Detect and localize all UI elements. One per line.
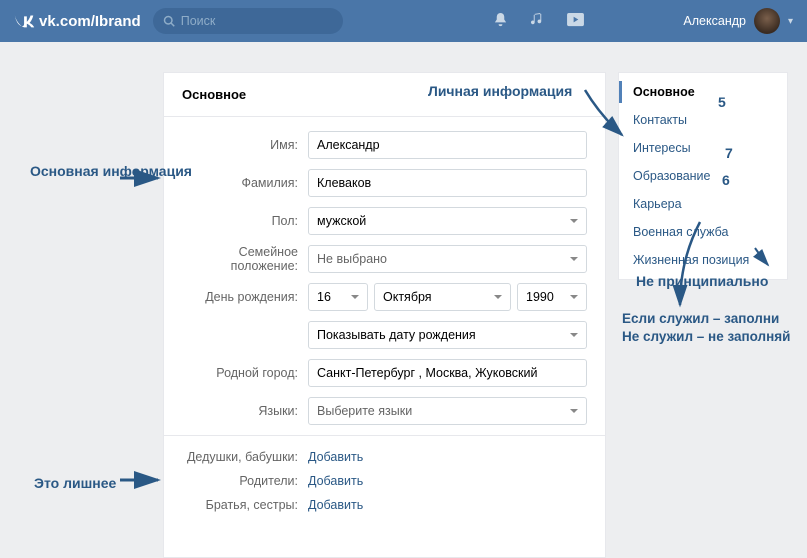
annotation-n5: 5: [718, 94, 726, 110]
row-languages: Языки: Выберите языки: [164, 397, 605, 425]
row-name: Имя:: [164, 131, 605, 159]
nav-contacts[interactable]: Контакты: [619, 106, 787, 134]
select-dob-day[interactable]: 16: [308, 283, 368, 311]
row-parents: Родители: Добавить: [164, 474, 605, 488]
row-marital: Семейное положение: Не выбрано: [164, 245, 605, 273]
nav-military[interactable]: Военная служба: [619, 218, 787, 246]
stage: Основное Имя: Фамилия: Пол: мужской Семе…: [0, 42, 807, 538]
site-logo[interactable]: vk.com/Ibrand: [14, 13, 141, 30]
form-card: Основное Имя: Фамилия: Пол: мужской Семе…: [163, 72, 606, 558]
topbar: vk.com/Ibrand Поиск Александр ▾: [0, 0, 807, 42]
row-hometown: Родной город:: [164, 359, 605, 387]
row-dob-vis: Показывать дату рождения: [164, 321, 605, 349]
vk-logo-icon: [14, 14, 36, 28]
bell-icon[interactable]: [493, 12, 508, 30]
input-hometown[interactable]: [308, 359, 587, 387]
label-grandparents: Дедушки, бабушки:: [182, 450, 308, 464]
select-gender[interactable]: мужской: [308, 207, 587, 235]
annotation-n7: 7: [725, 145, 733, 161]
input-surname[interactable]: [308, 169, 587, 197]
label-surname: Фамилия:: [182, 176, 308, 190]
label-name: Имя:: [182, 138, 308, 152]
row-surname: Фамилия:: [164, 169, 605, 197]
select-languages[interactable]: Выберите языки: [308, 397, 587, 425]
annotation-basic: Основная информация: [30, 163, 192, 179]
label-parents: Родители:: [182, 474, 308, 488]
add-siblings[interactable]: Добавить: [308, 498, 363, 512]
annotation-np: Не принципиально: [636, 272, 768, 290]
annotation-mil2: Не служил – не заполняй: [622, 329, 790, 344]
annotation-personal: Личная информация: [428, 82, 572, 100]
row-grandparents: Дедушки, бабушки: Добавить: [164, 450, 605, 464]
music-icon[interactable]: [530, 12, 545, 30]
row-dob: День рождения: 16 Октября 1990: [164, 283, 605, 311]
label-hometown: Родной город:: [182, 366, 308, 380]
search-box[interactable]: Поиск: [153, 8, 343, 34]
row-gender: Пол: мужской: [164, 207, 605, 235]
nav-interests[interactable]: Интересы: [619, 134, 787, 162]
input-name[interactable]: [308, 131, 587, 159]
annotation-n6: 6: [722, 172, 730, 188]
search-icon: [163, 15, 175, 27]
topbar-icons: [493, 12, 584, 30]
nav-career[interactable]: Карьера: [619, 190, 787, 218]
annotation-extra: Это лишнее: [34, 474, 116, 492]
user-menu[interactable]: Александр ▾: [683, 8, 793, 34]
nav-basic[interactable]: Основное: [619, 78, 787, 106]
avatar: [754, 8, 780, 34]
search-placeholder: Поиск: [181, 14, 216, 28]
row-siblings: Братья, сестры: Добавить: [164, 498, 605, 512]
side-nav: Основное Контакты Интересы Образование К…: [618, 72, 788, 280]
label-dob: День рождения:: [182, 290, 308, 304]
label-gender: Пол:: [182, 214, 308, 228]
label-marital: Семейное положение:: [182, 245, 308, 273]
add-grandparents[interactable]: Добавить: [308, 450, 363, 464]
video-icon[interactable]: [567, 12, 584, 30]
add-parents[interactable]: Добавить: [308, 474, 363, 488]
nav-education[interactable]: Образование: [619, 162, 787, 190]
username: Александр: [683, 14, 746, 28]
select-dob-visibility[interactable]: Показывать дату рождения: [308, 321, 587, 349]
label-siblings: Братья, сестры:: [182, 498, 308, 512]
select-dob-month[interactable]: Октября: [374, 283, 511, 311]
annotation-mil1: Если служил – заполни: [622, 311, 779, 326]
select-dob-year[interactable]: 1990: [517, 283, 587, 311]
label-languages: Языки:: [182, 404, 308, 418]
url-text: vk.com/Ibrand: [39, 13, 141, 30]
nav-position[interactable]: Жизненная позиция: [619, 246, 787, 274]
chevron-down-icon: ▾: [788, 16, 793, 27]
select-marital[interactable]: Не выбрано: [308, 245, 587, 273]
